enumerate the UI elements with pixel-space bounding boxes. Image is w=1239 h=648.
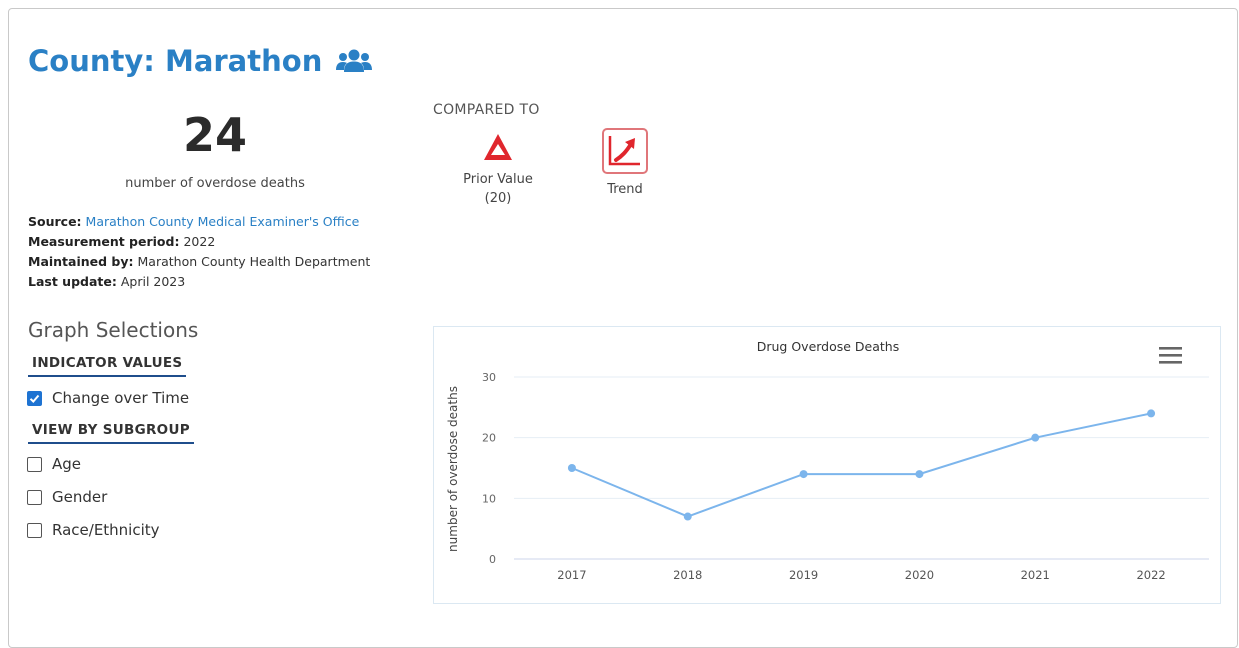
- indicator-label: number of overdose deaths: [125, 176, 305, 191]
- graph-selections-heading: Graph Selections: [28, 318, 199, 342]
- x-tick-label: 2020: [905, 568, 934, 582]
- data-point: [915, 470, 924, 479]
- update-row: Last update: April 2023: [28, 272, 370, 292]
- subgroup-option-race-ethnicity[interactable]: Race/Ethnicity: [27, 521, 160, 539]
- race-ethnicity-checkbox[interactable]: [27, 522, 42, 538]
- hamburger-menu-icon[interactable]: [1156, 345, 1184, 367]
- subgroup-option-gender[interactable]: Gender: [27, 488, 107, 506]
- subgroup-option-age[interactable]: Age: [27, 455, 81, 473]
- compared-to-heading: COMPARED TO: [433, 102, 540, 118]
- y-tick-label: 0: [489, 553, 496, 566]
- data-point: [567, 464, 576, 472]
- source-link[interactable]: Marathon County Medical Examiner's Offic…: [86, 214, 360, 229]
- chart-panel: Drug Overdose Deaths number of overdose …: [433, 326, 1221, 604]
- trend-up-icon: [602, 128, 648, 174]
- source-row: Source: Marathon County Medical Examiner…: [28, 212, 370, 232]
- gender-label: Gender: [52, 488, 108, 506]
- y-axis-title: number of overdose deaths: [446, 386, 460, 552]
- x-tick-label: 2017: [557, 568, 586, 582]
- trend-label: Trend: [607, 182, 643, 197]
- y-tick-label: 10: [482, 492, 496, 505]
- chart-title: Drug Overdose Deaths: [757, 339, 900, 354]
- view-by-subgroup-heading: VIEW BY SUBGROUP: [28, 422, 194, 444]
- prior-value-number: (20): [484, 191, 512, 206]
- x-tick-label: 2022: [1136, 568, 1165, 582]
- data-point: [799, 470, 808, 479]
- series-line: [571, 412, 1152, 518]
- race-ethnicity-label: Race/Ethnicity: [52, 521, 160, 539]
- gender-checkbox[interactable]: [27, 489, 42, 505]
- update-value: April 2023: [120, 274, 186, 289]
- prior-value-comparison[interactable]: Prior Value (20): [462, 132, 534, 206]
- change-over-time-option[interactable]: Change over Time: [27, 389, 189, 407]
- maintained-label: Maintained by:: [28, 254, 134, 269]
- users-icon: [336, 49, 373, 72]
- change-over-time-label: Change over Time: [52, 389, 190, 407]
- indicator-values-heading: INDICATOR VALUES: [28, 355, 187, 377]
- maintained-value: Marathon County Health Department: [137, 254, 371, 269]
- indicator-value: 24: [182, 108, 247, 162]
- update-label: Last update:: [28, 274, 117, 289]
- maintained-row: Maintained by: Marathon County Health De…: [28, 252, 370, 272]
- data-point: [683, 512, 692, 521]
- prior-value-label: Prior Value: [463, 172, 533, 187]
- overdose-deaths-line-chart: Drug Overdose Deaths number of overdose …: [446, 339, 1209, 582]
- checkmark-icon: [29, 394, 40, 403]
- delta-icon: [484, 134, 512, 160]
- change-over-time-checkbox[interactable]: [27, 390, 42, 406]
- age-label: Age: [52, 455, 82, 473]
- data-point: [1031, 433, 1040, 442]
- period-row: Measurement period: 2022: [28, 232, 370, 252]
- age-checkbox[interactable]: [27, 456, 42, 472]
- indicator-metadata: Source: Marathon County Medical Examiner…: [28, 212, 370, 292]
- x-tick-label: 2018: [673, 568, 702, 582]
- period-label: Measurement period:: [28, 234, 180, 249]
- source-label: Source:: [28, 214, 82, 229]
- data-point: [1147, 409, 1156, 418]
- y-tick-label: 30: [482, 371, 496, 384]
- y-tick-label: 20: [482, 432, 496, 445]
- page-title: County: Marathon: [28, 44, 373, 78]
- trend-comparison[interactable]: Trend: [590, 128, 660, 197]
- period-value: 2022: [183, 234, 216, 249]
- title-text: County: Marathon: [28, 44, 323, 78]
- x-tick-label: 2019: [789, 568, 818, 582]
- x-tick-label: 2021: [1021, 568, 1050, 582]
